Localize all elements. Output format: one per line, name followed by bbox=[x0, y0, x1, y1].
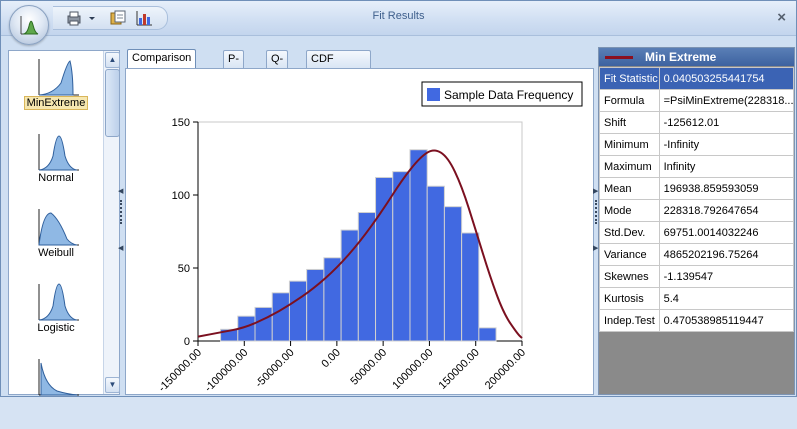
statistic-value: 4865202196.75264 bbox=[658, 243, 795, 266]
results-header: Min Extreme bbox=[599, 48, 794, 66]
distribution-shape-icon bbox=[38, 283, 79, 321]
statistic-value: 5.4 bbox=[658, 287, 795, 310]
fit-statistics-panel: Min Extreme Fit Statistic 0.0405032554417… bbox=[598, 47, 795, 395]
tab-comparison-chart[interactable]: Comparison Chart bbox=[127, 49, 197, 81]
statistic-name: Shift bbox=[599, 111, 660, 134]
statistics-row[interactable]: Fit Statistic 0.040503255441754 bbox=[599, 67, 795, 90]
histogram-bar bbox=[426, 185, 445, 342]
fit-results-window: Fit Results × MinExtreme Normal Weibull Log… bbox=[0, 0, 797, 397]
statistics-row[interactable]: Maximum Infinity bbox=[599, 155, 795, 178]
statistic-value: 0.040503255441754 bbox=[658, 67, 795, 90]
y-tick-label: 150 bbox=[172, 117, 190, 129]
statistic-name: Indep.Test bbox=[599, 309, 660, 332]
title-bar: Fit Results × bbox=[1, 1, 796, 36]
x-tick-label: 150000.00 bbox=[437, 347, 482, 392]
statistic-value: 69751.0014032246 bbox=[658, 221, 795, 244]
statistics-row[interactable]: Mean 196938.859593059 bbox=[599, 177, 795, 200]
statistic-name: Mode bbox=[599, 199, 660, 222]
statistic-name: Kurtosis bbox=[599, 287, 660, 310]
statistics-row[interactable]: Indep.Test 0.470538985119447 bbox=[599, 309, 795, 332]
x-tick-label: 100000.00 bbox=[390, 347, 435, 392]
distribution-shape-icon bbox=[38, 59, 79, 96]
comparison-chart: 0 50 100 150 -150000.00-100000.00 -50000.00 0.… bbox=[156, 81, 583, 394]
distribution-item[interactable]: MinExtreme bbox=[9, 55, 103, 129]
close-icon[interactable]: × bbox=[777, 9, 786, 26]
window-title: Fit Results bbox=[372, 10, 425, 22]
statistic-name: Std.Dev. bbox=[599, 221, 660, 244]
distribution-name: Min Extreme bbox=[645, 50, 717, 64]
distribution-shape-icon bbox=[38, 209, 79, 246]
statistic-value: -125612.01 bbox=[658, 111, 795, 134]
statistics-table: Fit Statistic 0.040503255441754 Formula =Ps… bbox=[599, 67, 795, 332]
x-tick-label: -150000.00 bbox=[156, 347, 204, 394]
distribution-label: Weibull bbox=[38, 247, 74, 259]
tab-cdf-differences[interactable]: CDF Differences bbox=[306, 50, 372, 82]
statistic-value: Infinity bbox=[658, 155, 795, 178]
statistic-name: Maximum bbox=[599, 155, 660, 178]
distribution-label: Logistic bbox=[37, 322, 75, 334]
statistics-row[interactable]: Variance 4865202196.75264 bbox=[599, 243, 795, 266]
distribution-label: MinExtreme bbox=[9, 96, 103, 110]
left-splitter[interactable]: ◀ ◀ bbox=[118, 50, 124, 393]
histogram-bar bbox=[392, 171, 411, 342]
tab-q-q[interactable]: Q-Q bbox=[266, 50, 289, 82]
x-tick-label: 50000.00 bbox=[348, 347, 389, 388]
statistic-value: 0.470538985119447 bbox=[658, 309, 795, 332]
histogram-bar bbox=[478, 327, 497, 342]
statistics-row[interactable]: Std.Dev. 69751.0014032246 bbox=[599, 221, 795, 244]
gallery-scrollbar[interactable]: ▲ ▼ bbox=[103, 51, 120, 394]
statistics-row[interactable]: Skewnes -1.139547 bbox=[599, 265, 795, 288]
statistic-value: =PsiMinExtreme(228318... bbox=[658, 89, 795, 112]
distribution-item[interactable]: Normal bbox=[9, 130, 103, 204]
statistics-row[interactable]: Mode 228318.792647654 bbox=[599, 199, 795, 222]
statistics-row[interactable]: Kurtosis 5.4 bbox=[599, 287, 795, 310]
x-tick-label: 200000.00 bbox=[483, 347, 528, 392]
histogram-bar bbox=[306, 268, 325, 342]
statistics-row[interactable]: Formula =PsiMinExtreme(228318... bbox=[599, 89, 795, 112]
statistic-name: Minimum bbox=[599, 133, 660, 156]
legend-swatch bbox=[427, 88, 440, 101]
statistic-value: 228318.792647654 bbox=[658, 199, 795, 222]
histogram-bar bbox=[443, 206, 463, 342]
statistic-value: 196938.859593059 bbox=[658, 177, 795, 200]
statistics-row[interactable]: Shift -125612.01 bbox=[599, 111, 795, 134]
y-tick-label: 100 bbox=[172, 190, 190, 202]
histogram-bar bbox=[254, 306, 273, 342]
statistic-name: Fit Statistic bbox=[599, 67, 660, 90]
distribution-gallery: MinExtreme Normal Weibull Logistic ▲ ▼ bbox=[8, 50, 120, 396]
statistic-name: Formula bbox=[599, 89, 660, 112]
legend-label: Sample Data Frequency bbox=[444, 88, 573, 102]
distribution-label: Normal bbox=[38, 172, 74, 184]
y-tick-label: 50 bbox=[178, 263, 190, 275]
expand-left-icon[interactable]: ◀ bbox=[118, 244, 123, 252]
curve-legend-line bbox=[605, 56, 633, 59]
distribution-item[interactable] bbox=[9, 355, 103, 429]
x-tick-label: -100000.00 bbox=[203, 347, 251, 394]
x-tick-label: 0.00 bbox=[319, 347, 343, 371]
statistic-name: Mean bbox=[599, 177, 660, 200]
statistics-row[interactable]: Minimum -Infinity bbox=[599, 133, 795, 156]
statistic-name: Skewnes bbox=[599, 265, 660, 288]
histogram-bar bbox=[288, 280, 308, 342]
statistic-value: -1.139547 bbox=[658, 265, 795, 288]
app-menu-icon[interactable] bbox=[9, 5, 49, 45]
tab-p-p[interactable]: P-P bbox=[223, 50, 244, 82]
histogram-bar bbox=[409, 149, 428, 342]
statistic-value: -Infinity bbox=[658, 133, 795, 156]
collapse-left-icon[interactable]: ◀ bbox=[118, 187, 123, 195]
statistic-name: Variance bbox=[599, 243, 660, 266]
distribution-shape-icon bbox=[38, 134, 79, 171]
x-tick-label: -50000.00 bbox=[253, 347, 297, 391]
y-tick-label: 0 bbox=[184, 336, 190, 348]
comparison-chart-panel: 0 50 100 150 -150000.00 -100000.00 -50000.00 0.… bbox=[125, 68, 594, 395]
histogram-bar bbox=[461, 232, 480, 342]
histogram-bar bbox=[271, 292, 290, 342]
distribution-item[interactable]: Weibull bbox=[9, 205, 103, 279]
histogram-bar bbox=[375, 176, 394, 342]
distribution-item[interactable]: Logistic bbox=[9, 280, 103, 354]
distribution-shape-icon bbox=[38, 359, 79, 396]
